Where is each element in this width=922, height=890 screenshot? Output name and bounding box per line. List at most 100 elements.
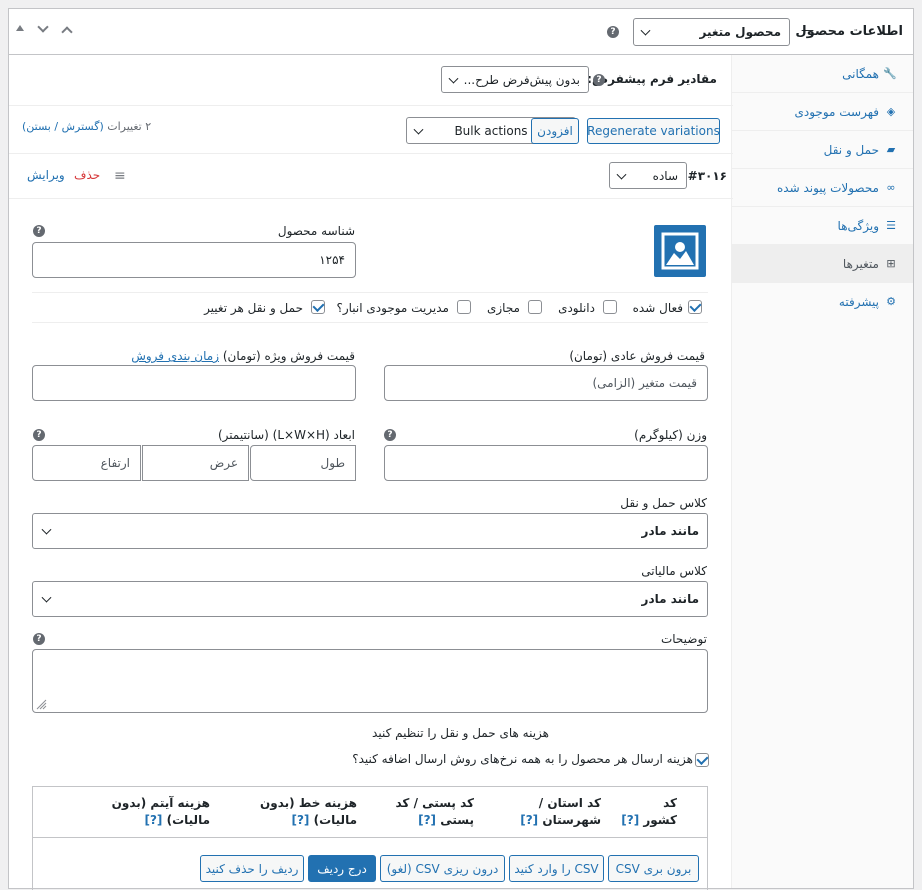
help-icon: ? xyxy=(33,633,45,645)
product-type-select[interactable]: محصول متغیر xyxy=(633,18,790,46)
enabled-checkbox[interactable] xyxy=(688,300,702,314)
help-link[interactable]: [?] xyxy=(418,813,436,827)
rates-table: کد کشور [?] کد استان / شهرستان [?] کد پس… xyxy=(32,786,708,890)
header-line: پستی xyxy=(440,813,474,827)
header-line: کشور xyxy=(643,813,677,827)
virtual-checkbox[interactable] xyxy=(528,300,542,314)
tax-class-select[interactable]: مانند مادر xyxy=(32,581,708,617)
weight-label: وزن (کیلوگرم) xyxy=(634,428,707,442)
help-icon: ? xyxy=(33,225,45,237)
variations-count: ۲ تغییرات (گسترش / بستن) xyxy=(22,120,151,133)
shipping-each-label: حمل و نقل هر تغییر xyxy=(204,301,303,315)
height-input[interactable]: ارتفاع xyxy=(32,445,141,481)
shipping-each-checkbox[interactable] xyxy=(311,300,325,314)
chevron-down-icon xyxy=(640,25,651,36)
resize-handle-icon[interactable] xyxy=(35,698,47,710)
chevron-down-icon xyxy=(413,124,424,135)
help-icon: ? xyxy=(33,429,45,441)
length-input[interactable]: طول xyxy=(250,445,356,481)
help-link[interactable]: [?] xyxy=(144,813,162,827)
toggle-panel-icon[interactable] xyxy=(16,25,24,31)
help-link[interactable]: [?] xyxy=(520,813,538,827)
regular-price-placeholder: قیمت متغیر (الزامی) xyxy=(592,376,697,390)
tab-advanced[interactable]: ⚙ پیشرفته xyxy=(732,283,913,321)
manage-stock-checkbox[interactable] xyxy=(457,300,471,314)
default-values-select[interactable]: بدون پیش‌فرض طرح... xyxy=(441,66,589,93)
tab-label: پیشرفته xyxy=(838,295,879,309)
width-input[interactable]: عرض xyxy=(142,445,249,481)
width-placeholder: عرض xyxy=(209,456,238,470)
sku-input[interactable]: ۱۲۵۴ xyxy=(32,242,356,278)
variation-attribute-select[interactable]: ساده xyxy=(609,162,687,189)
default-values-label: مقادیر فرم پیشفرض: xyxy=(587,72,717,86)
product-data-header: اطلاعات محصول — محصول متغیر ? xyxy=(9,9,913,55)
delete-variation-link[interactable]: حذف xyxy=(74,168,100,182)
downloadable-label: دانلودی xyxy=(558,301,595,315)
sale-price-label: قیمت فروش ویژه (تومان) زمان بندی فروش xyxy=(131,349,355,363)
shipping-costs-checkbox[interactable] xyxy=(695,753,709,767)
schedule-sale-link[interactable]: زمان بندی فروش xyxy=(131,349,219,363)
tab-shipping[interactable]: ▰ حمل و نقل xyxy=(732,131,913,169)
enabled-label: فعال شده xyxy=(632,301,683,315)
header-line: هزینه آیتم (بدون xyxy=(111,796,210,810)
attribute-value: ساده xyxy=(652,168,678,183)
product-data-tabs: 🔧 همگانی ◈ فهرست موجودی ▰ حمل و نقل ∞ محصولا… xyxy=(731,55,913,888)
delete-rows-button[interactable]: ردیف را حذف کنید xyxy=(200,855,304,882)
shipping-class-select[interactable]: مانند مادر xyxy=(32,513,708,549)
header-line: کد xyxy=(663,796,677,810)
length-placeholder: طول xyxy=(320,456,345,470)
downloadable-checkbox[interactable] xyxy=(603,300,617,314)
column-header-state: کد استان / شهرستان [?] xyxy=(520,795,601,829)
drag-handle-icon[interactable]: ≡ xyxy=(114,168,126,184)
shipping-class-value: مانند مادر xyxy=(641,524,699,538)
edit-variation-link[interactable]: ویرایش xyxy=(27,168,65,182)
tab-label: همگانی xyxy=(842,66,879,81)
help-link[interactable]: [?] xyxy=(621,813,639,827)
header-line: مالیات) xyxy=(166,813,210,827)
tab-linked-products[interactable]: ∞ محصولات پیوند شده xyxy=(732,169,913,207)
shipping-costs-title: هزینه های حمل و نقل را تنظیم کنید xyxy=(372,726,549,740)
move-down-icon[interactable] xyxy=(37,21,49,33)
regular-price-input[interactable]: قیمت متغیر (الزامی) xyxy=(384,365,708,401)
import-csv-cancel-button[interactable]: درون ریزی CSV (لغو) xyxy=(380,855,505,882)
grid-icon: ⊞ xyxy=(886,256,896,270)
export-csv-button[interactable]: برون بری CSV xyxy=(608,855,699,882)
regenerate-variations-button[interactable]: Regenerate variations xyxy=(587,118,720,144)
divider xyxy=(9,105,733,106)
paren: ( xyxy=(99,120,104,133)
shipping-costs-label: هزینه ارسال هر محصول را به همه نرخ‌های ر… xyxy=(352,752,693,766)
divider xyxy=(9,153,733,154)
sale-price-input[interactable] xyxy=(32,365,356,401)
add-variation-button[interactable]: افزودن xyxy=(531,118,579,144)
import-csv-button[interactable]: CSV را وارد کنید xyxy=(509,855,604,882)
tab-label: محصولات پیوند شده xyxy=(777,180,879,195)
close-link[interactable]: بستن xyxy=(26,120,51,133)
help-link[interactable]: [?] xyxy=(291,813,309,827)
insert-row-button[interactable]: درج ردیف xyxy=(308,855,376,882)
tab-inventory[interactable]: ◈ فهرست موجودی xyxy=(732,93,913,131)
sale-price-label-text: قیمت فروش ویژه (تومان) xyxy=(222,349,355,363)
chevron-down-icon xyxy=(448,73,459,84)
divider xyxy=(32,292,708,293)
move-up-icon[interactable] xyxy=(61,26,73,38)
expand-link[interactable]: گسترش xyxy=(62,120,100,133)
product-type-value: محصول متغیر xyxy=(699,25,781,39)
column-header-country: کد کشور [?] xyxy=(621,795,677,829)
shipping-class-label: کلاس حمل و نقل xyxy=(620,496,707,510)
tab-attributes[interactable]: ☰ ویژگی‌ها xyxy=(732,207,913,245)
help-icon: ? xyxy=(607,26,619,38)
variation-image[interactable] xyxy=(654,225,706,277)
gear-icon: ⚙ xyxy=(886,295,896,308)
header-line: مالیات) xyxy=(313,813,357,827)
count-text: ۲ تغییرات xyxy=(107,120,152,133)
tab-general[interactable]: 🔧 همگانی xyxy=(732,55,913,93)
variation-id: #۳۰۱۶ xyxy=(687,169,727,183)
column-header-postcode: کد پستی / کد پستی [?] xyxy=(396,795,475,829)
weight-input[interactable] xyxy=(384,445,708,481)
table-divider xyxy=(33,837,707,838)
help-icon: ? xyxy=(593,74,605,86)
tab-variations[interactable]: ⊞ متغیرها xyxy=(732,245,913,283)
description-textarea[interactable] xyxy=(32,649,708,713)
height-placeholder: ارتفاع xyxy=(100,456,130,470)
manage-stock-label: مدیریت موجودی انبار؟ xyxy=(336,301,449,315)
